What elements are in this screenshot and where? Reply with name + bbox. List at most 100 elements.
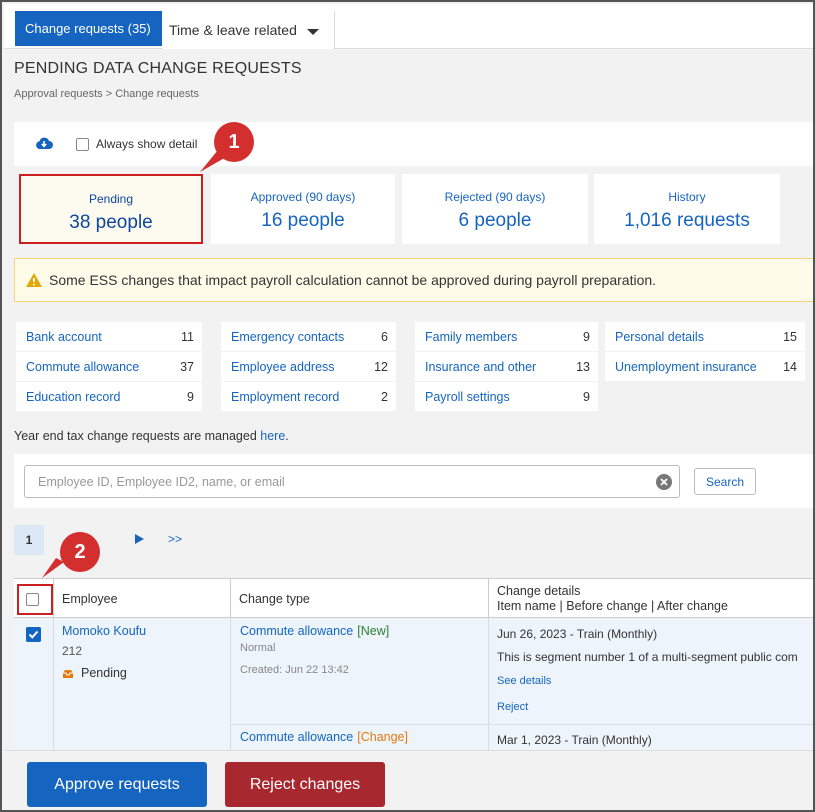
callout-badge-2: 2 bbox=[60, 532, 100, 572]
category-commute-allowance[interactable]: Commute allowance 37 bbox=[16, 352, 202, 381]
search-placeholder: Employee ID, Employee ID2, name, or emai… bbox=[38, 474, 285, 489]
search-input[interactable]: Employee ID, Employee ID2, name, or emai… bbox=[24, 465, 680, 498]
highlight-box bbox=[17, 584, 53, 615]
new-tag: [New] bbox=[357, 624, 390, 638]
stat-value: 16 people bbox=[261, 210, 345, 231]
category-count: 11 bbox=[181, 329, 194, 344]
category-count: 14 bbox=[783, 359, 797, 374]
header-change-type: Change type bbox=[230, 579, 488, 619]
stat-card-approved[interactable]: Approved (90 days) 16 people bbox=[211, 174, 395, 244]
category-personal-details[interactable]: Personal details 15 bbox=[605, 322, 805, 351]
category-employment-record[interactable]: Employment record 2 bbox=[221, 382, 396, 411]
column-divider bbox=[230, 618, 231, 750]
year-end-note: Year end tax change requests are managed… bbox=[14, 429, 289, 443]
category-count: 13 bbox=[576, 359, 590, 374]
row-checkbox-checked[interactable] bbox=[26, 627, 41, 642]
category-insurance-and-other[interactable]: Insurance and other 13 bbox=[415, 352, 598, 381]
change-type-link[interactable]: Commute allowance [Change] bbox=[240, 730, 408, 744]
header-change-details-sub: Item name | Before change | After change bbox=[497, 599, 728, 613]
category-count: 2 bbox=[381, 389, 388, 404]
inbox-icon bbox=[63, 670, 73, 678]
category-family-members[interactable]: Family members 9 bbox=[415, 322, 598, 351]
search-button[interactable]: Search bbox=[694, 468, 756, 495]
category-name: Unemployment insurance bbox=[615, 359, 757, 374]
category-emergency-contacts[interactable]: Emergency contacts 6 bbox=[221, 322, 396, 351]
chevron-down-icon bbox=[306, 28, 319, 35]
category-payroll-settings[interactable]: Payroll settings 9 bbox=[415, 382, 598, 411]
always-show-checkbox[interactable] bbox=[76, 138, 89, 151]
clear-search-icon[interactable] bbox=[655, 473, 673, 491]
category-name: Payroll settings bbox=[425, 389, 510, 404]
callout-badge-1: 1 bbox=[214, 122, 254, 162]
row-checkbox-cell bbox=[14, 618, 53, 750]
category-name: Family members bbox=[425, 329, 518, 344]
category-name: Education record bbox=[26, 389, 121, 404]
reject-changes-button[interactable]: Reject changes bbox=[225, 762, 385, 807]
tab-time-leave-label: Time & leave related bbox=[169, 22, 297, 38]
change-description: This is segment number 1 of a multi-segm… bbox=[497, 650, 798, 664]
created-timestamp: Created: Jun 22 13:42 bbox=[240, 664, 349, 676]
header-change-details-label: Change details bbox=[497, 584, 581, 598]
stat-card-history[interactable]: History 1,016 requests bbox=[594, 174, 780, 244]
requests-table: Employee Change type Change details Item… bbox=[14, 578, 813, 750]
last-page-link[interactable]: >> bbox=[168, 532, 182, 546]
change-subtype: Normal bbox=[240, 642, 276, 654]
tab-change-requests[interactable]: Change requests (35) bbox=[15, 11, 162, 46]
always-show-label: Always show detail bbox=[96, 137, 198, 151]
stat-value: 38 people bbox=[69, 212, 153, 233]
year-end-suffix: . bbox=[285, 429, 289, 443]
employee-name-link[interactable]: Momoko Koufu bbox=[62, 624, 146, 638]
category-education-record[interactable]: Education record 9 bbox=[16, 382, 202, 411]
warning-banner: Some ESS changes that impact payroll cal… bbox=[14, 258, 813, 302]
stat-value: 6 people bbox=[458, 210, 532, 231]
row-divider bbox=[230, 724, 813, 725]
page-title: PENDING DATA CHANGE REQUESTS bbox=[14, 60, 302, 77]
approve-requests-button[interactable]: Approve requests bbox=[27, 762, 207, 807]
warning-icon bbox=[26, 273, 42, 287]
reject-link[interactable]: Reject bbox=[497, 701, 528, 713]
app-frame: Change requests (35) Time & leave relate… bbox=[0, 0, 815, 812]
change-type-link[interactable]: Commute allowance [New] bbox=[240, 624, 389, 638]
action-footer: Approve requests Reject changes bbox=[4, 750, 813, 810]
change-tag: [Change] bbox=[357, 730, 408, 744]
status-badge: Pending bbox=[81, 666, 127, 680]
stat-label: History bbox=[668, 190, 706, 204]
breadcrumb: Approval requests > Change requests bbox=[14, 88, 199, 100]
tab-bar: Change requests (35) Time & leave relate… bbox=[4, 4, 813, 49]
category-count: 37 bbox=[180, 359, 194, 374]
category-name: Employee address bbox=[231, 359, 335, 374]
category-name: Personal details bbox=[615, 329, 704, 344]
category-name: Employment record bbox=[231, 389, 340, 404]
year-end-link[interactable]: here bbox=[260, 429, 285, 443]
change-type-label: Commute allowance bbox=[240, 624, 354, 638]
category-name: Emergency contacts bbox=[231, 329, 345, 344]
tab-time-leave[interactable]: Time & leave related bbox=[162, 11, 335, 49]
category-count: 15 bbox=[783, 329, 797, 344]
see-details-link[interactable]: See details bbox=[497, 675, 551, 687]
category-count: 6 bbox=[381, 329, 388, 344]
toolbar: Always show detail bbox=[14, 122, 813, 166]
stat-label: Pending bbox=[88, 192, 134, 206]
search-bar: Employee ID, Employee ID2, name, or emai… bbox=[14, 454, 813, 508]
change-date: Jun 26, 2023 - Train (Monthly) bbox=[497, 627, 658, 641]
page-number-current[interactable]: 1 bbox=[14, 525, 44, 555]
table-header: Employee Change type Change details Item… bbox=[14, 578, 813, 619]
column-divider bbox=[488, 618, 489, 750]
category-unemployment-insurance[interactable]: Unemployment insurance 14 bbox=[605, 352, 805, 381]
header-employee: Employee bbox=[53, 579, 230, 619]
table-row[interactable]: Momoko Koufu 212 Pending Commute allowan… bbox=[14, 618, 813, 750]
stat-card-rejected[interactable]: Rejected (90 days) 6 people bbox=[402, 174, 588, 244]
year-end-text: Year end tax change requests are managed bbox=[14, 429, 261, 443]
header-change-details: Change details Item name | Before change… bbox=[488, 579, 813, 619]
category-employee-address[interactable]: Employee address 12 bbox=[221, 352, 396, 381]
cloud-download-icon[interactable] bbox=[35, 136, 53, 150]
category-name: Bank account bbox=[26, 329, 102, 344]
category-count: 9 bbox=[187, 389, 194, 404]
employee-id: 212 bbox=[62, 644, 83, 658]
category-count: 12 bbox=[374, 359, 388, 374]
category-bank-account[interactable]: Bank account 11 bbox=[16, 322, 202, 351]
stat-card-pending[interactable]: Pending 38 people bbox=[19, 174, 203, 244]
stat-label: Approved (90 days) bbox=[250, 190, 356, 204]
next-page-icon[interactable] bbox=[135, 534, 144, 544]
category-count: 9 bbox=[583, 389, 590, 404]
